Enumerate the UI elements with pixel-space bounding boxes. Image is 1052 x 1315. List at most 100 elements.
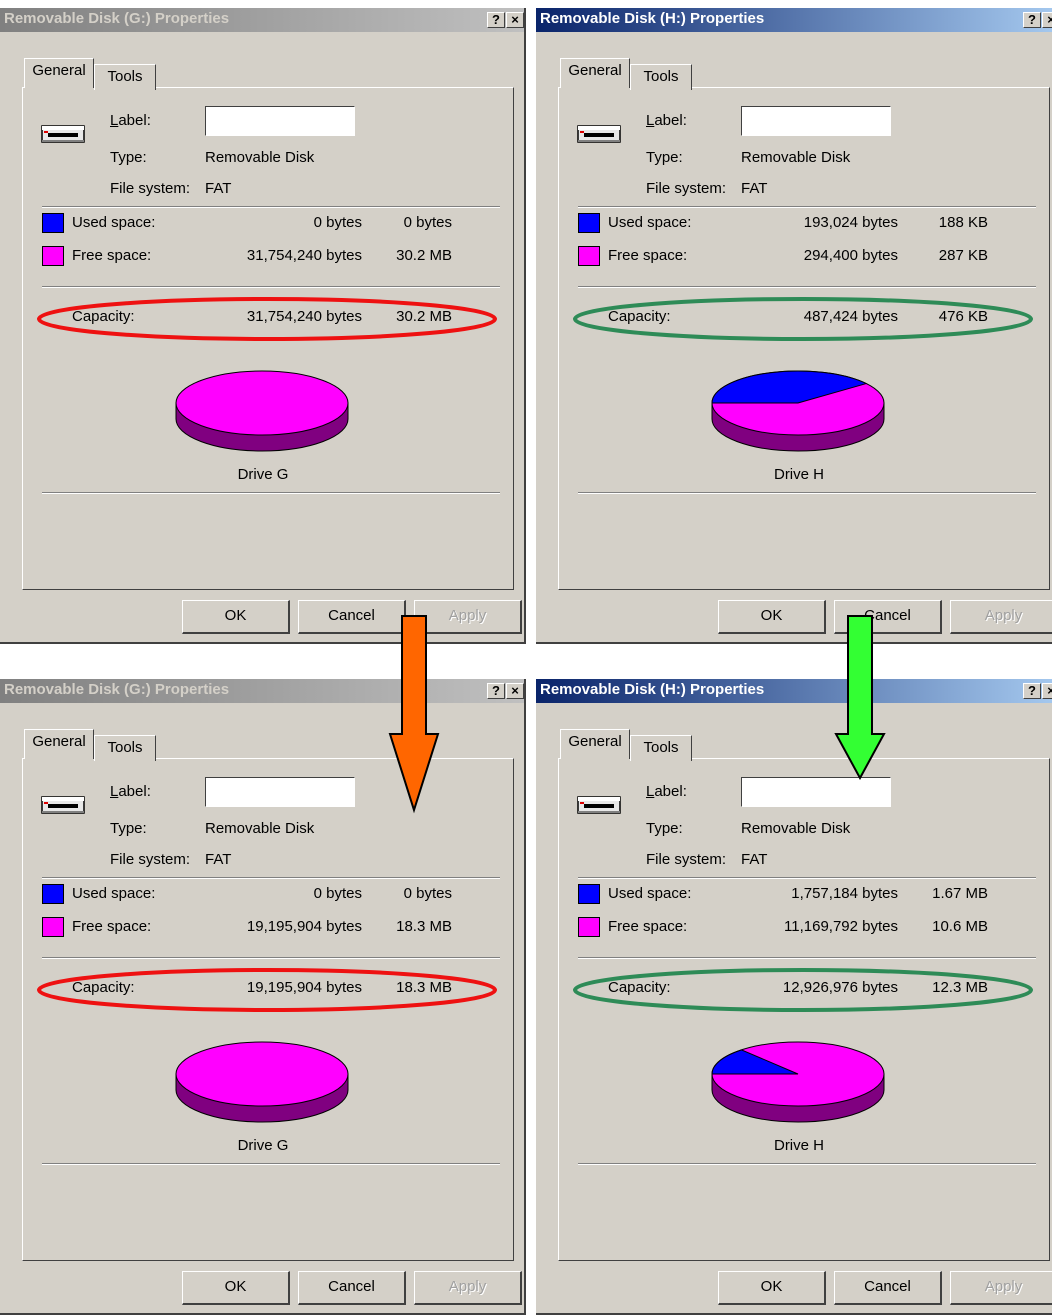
divider [42, 1163, 500, 1165]
drive-name: Drive H [773, 1137, 824, 1154]
label-caption: Label: [646, 112, 687, 129]
drive-name: Drive H [773, 466, 824, 483]
free-space-bytes: 31,754,240 bytes [246, 247, 362, 264]
type-caption: Type: [646, 149, 683, 166]
free-space-bytes: 294,400 bytes [803, 247, 898, 264]
cancel-button[interactable]: Cancel [298, 1271, 406, 1305]
help-button[interactable]: ? [1023, 12, 1041, 28]
label-input[interactable] [741, 106, 891, 136]
apply-button[interactable]: Apply [414, 1271, 522, 1305]
file-system-value: FAT [205, 851, 232, 868]
used-space-caption: Used space: [72, 214, 156, 231]
ok-button[interactable]: OK [182, 600, 290, 634]
tab-general[interactable]: General [560, 729, 630, 759]
used-space-short: 188 KB [938, 214, 988, 231]
capacity-caption: Capacity: [608, 979, 671, 996]
ok-button[interactable]: OK [182, 1271, 290, 1305]
capacity-bytes: 31,754,240 bytes [246, 308, 362, 325]
used-space-swatch [578, 884, 600, 904]
ok-button[interactable]: OK [718, 600, 826, 634]
tab-tools[interactable]: Tools [630, 64, 692, 90]
label-input[interactable] [205, 106, 355, 136]
tab-general[interactable]: General [24, 729, 94, 759]
divider [578, 877, 1036, 879]
file-system-caption: File system: [646, 851, 727, 868]
tab-tools[interactable]: Tools [94, 64, 156, 90]
tab-general[interactable]: General [24, 58, 94, 88]
file-system-caption: File system: [110, 180, 191, 197]
used-space-caption: Used space: [608, 214, 692, 231]
down-arrow-green [834, 615, 886, 781]
label-caption-rest: abel: [654, 112, 687, 129]
type-value: Removable Disk [741, 820, 851, 837]
close-button[interactable]: × [1042, 683, 1052, 699]
capacity-bytes: 12,926,976 bytes [782, 979, 898, 996]
label-caption: Label: [646, 783, 687, 800]
type-caption: Type: [110, 149, 147, 166]
divider [42, 206, 500, 208]
title-bar[interactable]: Removable Disk (G:) Properties ? × [0, 8, 524, 32]
file-system-value: FAT [741, 851, 768, 868]
close-button[interactable]: × [1042, 12, 1052, 28]
ok-button[interactable]: OK [718, 1271, 826, 1305]
free-space-short: 10.6 MB [932, 918, 988, 935]
type-value: Removable Disk [205, 820, 315, 837]
label-caption-rest: abel: [654, 783, 687, 800]
title-bar[interactable]: Removable Disk (H:) Properties ? × [536, 679, 1052, 703]
tab-tools[interactable]: Tools [630, 735, 692, 761]
properties-dialog: Removable Disk (H:) Properties ? × Gener… [536, 8, 1052, 644]
divider [42, 957, 500, 959]
divider [578, 1163, 1036, 1165]
cancel-button[interactable]: Cancel [834, 1271, 942, 1305]
free-space-swatch [578, 917, 600, 937]
used-space-caption: Used space: [72, 885, 156, 902]
capacity-short: 30.2 MB [396, 308, 452, 325]
title-bar[interactable]: Removable Disk (G:) Properties ? × [0, 679, 524, 703]
close-button[interactable]: × [506, 12, 524, 28]
type-caption: Type: [646, 820, 683, 837]
apply-button[interactable]: Apply [950, 600, 1052, 634]
used-space-bytes: 0 bytes [313, 885, 362, 902]
type-value: Removable Disk [205, 149, 315, 166]
used-space-swatch [42, 213, 64, 233]
removable-drive-icon [41, 125, 85, 143]
capacity-caption: Capacity: [608, 308, 671, 325]
divider [578, 492, 1036, 494]
used-space-short: 1.67 MB [932, 885, 988, 902]
file-system-value: FAT [205, 180, 232, 197]
help-button[interactable]: ? [487, 683, 505, 699]
divider [42, 877, 500, 879]
title-bar[interactable]: Removable Disk (H:) Properties ? × [536, 8, 1052, 32]
free-space-bytes: 11,169,792 bytes [784, 918, 898, 935]
help-button[interactable]: ? [487, 12, 505, 28]
free-space-caption: Free space: [608, 247, 688, 264]
label-caption-rest: abel: [118, 783, 151, 800]
close-button[interactable]: × [506, 683, 524, 699]
tab-general[interactable]: General [560, 58, 630, 88]
free-space-short: 18.3 MB [396, 918, 452, 935]
used-space-swatch [42, 884, 64, 904]
window-title: Removable Disk (H:) Properties [540, 10, 765, 27]
free-space-caption: Free space: [72, 247, 152, 264]
drive-name: Drive G [237, 1137, 289, 1154]
disk-usage-pie-chart [175, 370, 349, 452]
properties-dialog: Removable Disk (G:) Properties ? × Gener… [0, 679, 526, 1315]
tab-tools[interactable]: Tools [94, 735, 156, 761]
free-space-short: 30.2 MB [396, 247, 452, 264]
capacity-caption: Capacity: [72, 979, 135, 996]
file-system-caption: File system: [646, 180, 727, 197]
window-title: Removable Disk (G:) Properties [4, 681, 230, 698]
down-arrow-orange [388, 615, 440, 814]
free-space-caption: Free space: [608, 918, 688, 935]
window-title: Removable Disk (G:) Properties [4, 10, 230, 27]
capacity-short: 476 KB [938, 308, 988, 325]
free-space-swatch [42, 917, 64, 937]
divider [42, 286, 500, 288]
capacity-bytes: 19,195,904 bytes [246, 979, 362, 996]
label-input[interactable] [205, 777, 355, 807]
apply-button[interactable]: Apply [950, 1271, 1052, 1305]
help-button[interactable]: ? [1023, 683, 1041, 699]
used-space-bytes: 193,024 bytes [803, 214, 898, 231]
file-system-caption: File system: [110, 851, 191, 868]
removable-drive-icon [41, 796, 85, 814]
